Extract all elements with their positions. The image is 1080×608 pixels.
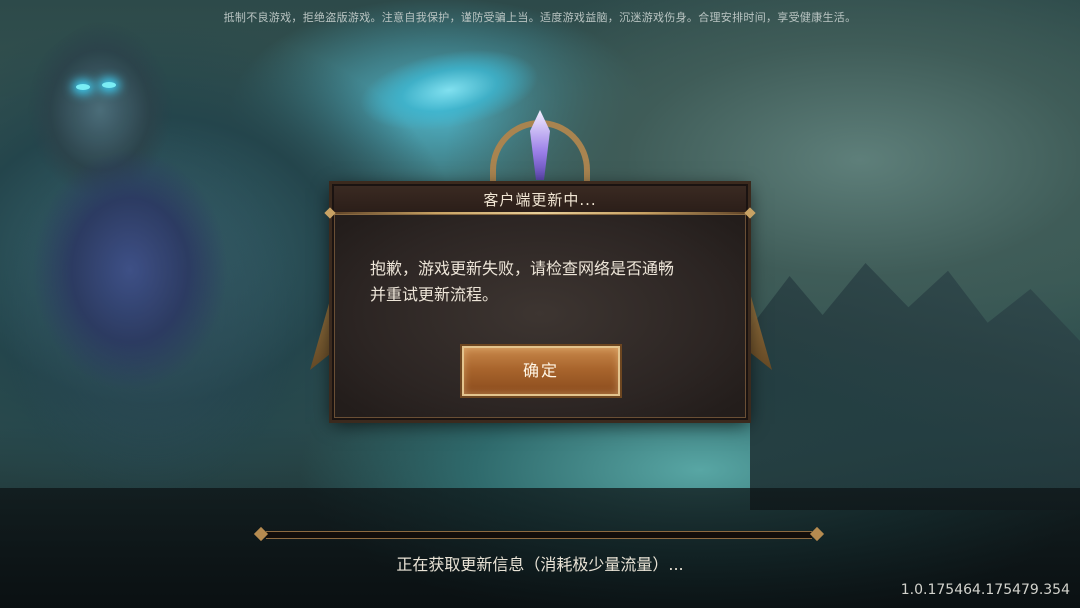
progress-bar — [253, 526, 825, 542]
dialog-title-divider — [324, 207, 756, 219]
glowing-eye-left — [76, 84, 90, 90]
update-dialog: 客户端更新中... 抱歉，游戏更新失败，请检查网络是否通畅 并重试更新流程。 确… — [324, 184, 756, 420]
dialog-message: 抱歉，游戏更新失败，请检查网络是否通畅 并重试更新流程。 — [370, 256, 720, 308]
version-label: 1.0.175464.175479.354 — [900, 582, 1070, 598]
progress-rail — [266, 531, 812, 539]
dialog-message-line1: 抱歉，游戏更新失败，请检查网络是否通畅 — [370, 259, 675, 278]
confirm-button[interactable]: 确定 — [462, 346, 620, 396]
dialog-message-line2: 并重试更新流程。 — [370, 285, 499, 304]
glowing-eye-right — [102, 82, 116, 88]
progress-cap-right — [809, 526, 825, 542]
loading-status: 正在获取更新信息（消耗极少量流量）... — [396, 555, 684, 574]
health-notice: 抵制不良游戏，拒绝盗版游戏。注意自我保护，谨防受骗上当。适度游戏益脑，沉迷游戏伤… — [223, 11, 857, 24]
